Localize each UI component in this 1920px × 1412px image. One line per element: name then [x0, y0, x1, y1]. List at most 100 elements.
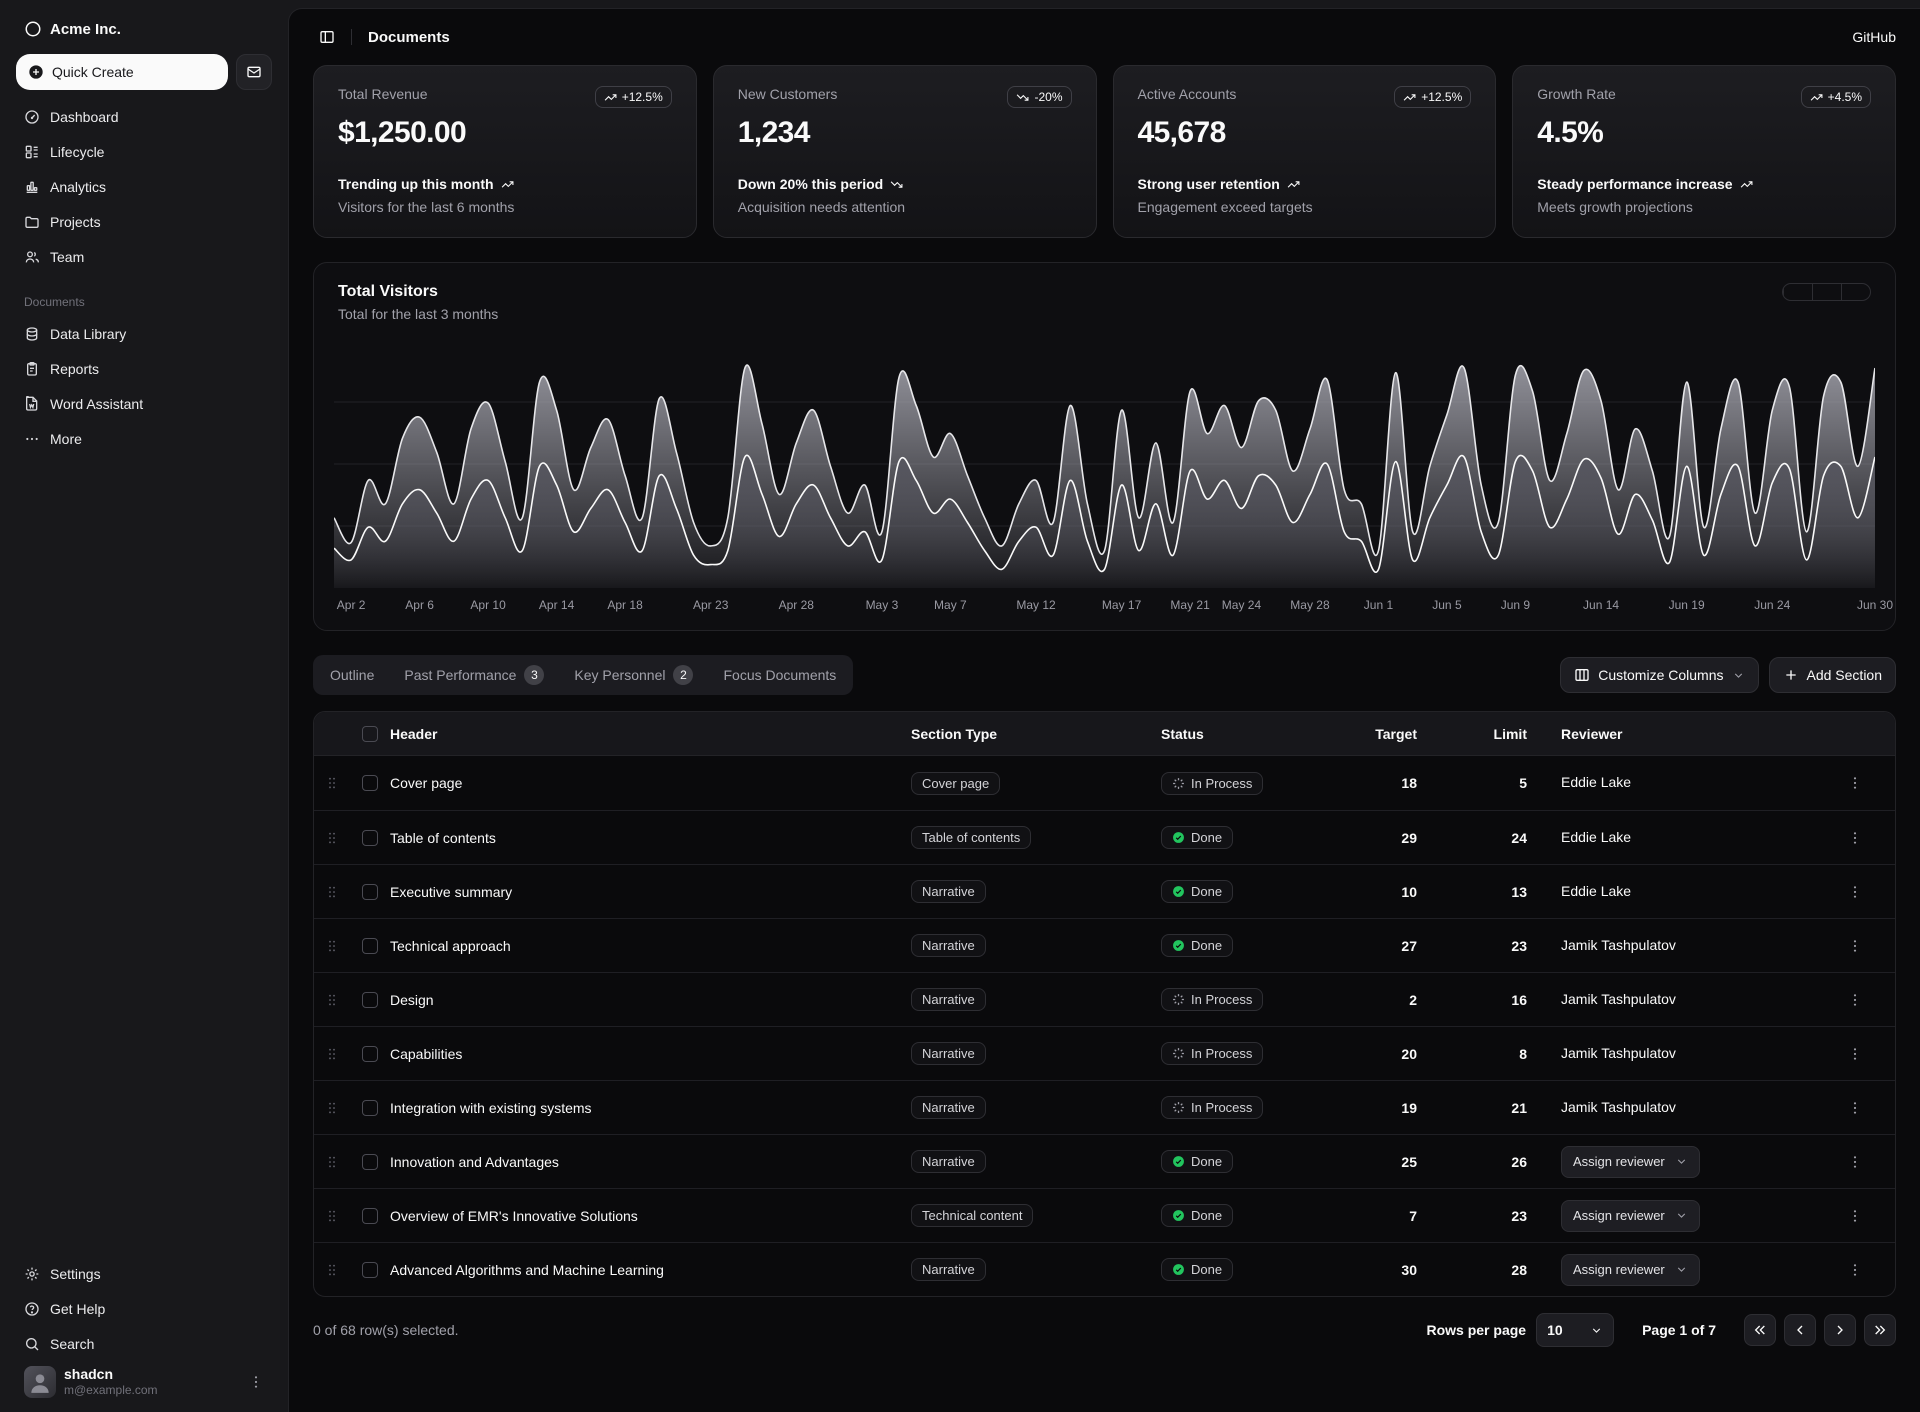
column-header[interactable]: Header — [390, 726, 911, 742]
assign-reviewer-select[interactable]: Assign reviewer — [1561, 1254, 1700, 1286]
sidebar-doc-item[interactable]: Data Library — [16, 317, 272, 350]
drag-handle[interactable] — [314, 1262, 350, 1278]
row-header-cell[interactable]: Design — [390, 992, 911, 1008]
column-header[interactable]: Target — [1331, 726, 1451, 742]
limit-cell[interactable]: 8 — [1451, 1046, 1561, 1062]
limit-cell[interactable]: 28 — [1451, 1262, 1561, 1278]
drag-handle[interactable] — [314, 1100, 350, 1116]
drag-handle[interactable] — [314, 830, 350, 846]
range-toggle-button[interactable] — [1783, 284, 1812, 300]
row-checkbox[interactable] — [362, 1262, 378, 1278]
row-actions-button[interactable] — [1841, 932, 1869, 960]
limit-cell[interactable]: 23 — [1451, 1208, 1561, 1224]
row-header-cell[interactable]: Innovation and Advantages — [390, 1154, 911, 1170]
drag-handle[interactable] — [314, 775, 350, 791]
sidebar-nav-item[interactable]: Lifecycle — [16, 135, 272, 168]
row-actions-button[interactable] — [1841, 1256, 1869, 1284]
limit-cell[interactable]: 21 — [1451, 1100, 1561, 1116]
sidebar-toggle-button[interactable] — [313, 23, 341, 51]
drag-handle[interactable] — [314, 884, 350, 900]
range-toggle-button[interactable] — [1841, 284, 1870, 300]
row-header-cell[interactable]: Technical approach — [390, 938, 911, 954]
row-actions-button[interactable] — [1841, 986, 1869, 1014]
pagination-button[interactable] — [1744, 1314, 1776, 1346]
target-cell[interactable]: 20 — [1331, 1046, 1451, 1062]
limit-cell[interactable]: 26 — [1451, 1154, 1561, 1170]
more-vertical-icon[interactable] — [248, 1374, 264, 1390]
limit-cell[interactable]: 13 — [1451, 884, 1561, 900]
sidebar-footer-item[interactable]: Settings — [16, 1257, 272, 1290]
row-header-cell[interactable]: Advanced Algorithms and Machine Learning — [390, 1262, 911, 1278]
sidebar-nav-item[interactable]: Projects — [16, 205, 272, 238]
limit-cell[interactable]: 24 — [1451, 830, 1561, 846]
assign-reviewer-select[interactable]: Assign reviewer — [1561, 1146, 1700, 1178]
sidebar-doc-item[interactable]: Reports — [16, 352, 272, 385]
drag-handle[interactable] — [314, 1208, 350, 1224]
assign-reviewer-select[interactable]: Assign reviewer — [1561, 1200, 1700, 1232]
row-checkbox[interactable] — [362, 938, 378, 954]
row-actions-button[interactable] — [1841, 1202, 1869, 1230]
row-header-cell[interactable]: Overview of EMR's Innovative Solutions — [390, 1208, 911, 1224]
github-link[interactable]: GitHub — [1852, 29, 1896, 45]
row-actions-button[interactable] — [1841, 824, 1869, 852]
column-header[interactable]: Limit — [1451, 726, 1561, 742]
row-header-cell[interactable]: Table of contents — [390, 830, 911, 846]
pagination-button[interactable] — [1784, 1314, 1816, 1346]
sidebar-nav-item[interactable]: Analytics — [16, 170, 272, 203]
row-checkbox[interactable] — [362, 992, 378, 1008]
target-cell[interactable]: 2 — [1331, 992, 1451, 1008]
row-checkbox[interactable] — [362, 1046, 378, 1062]
row-header-cell[interactable]: Capabilities — [390, 1046, 911, 1062]
drag-handle[interactable] — [314, 1154, 350, 1170]
row-actions-button[interactable] — [1841, 878, 1869, 906]
row-actions-button[interactable] — [1841, 1148, 1869, 1176]
view-tab[interactable]: Focus Documents — [709, 658, 850, 692]
row-checkbox[interactable] — [362, 1100, 378, 1116]
sidebar-footer-item[interactable]: Get Help — [16, 1292, 272, 1325]
select-all-checkbox[interactable] — [362, 726, 378, 742]
drag-handle[interactable] — [314, 938, 350, 954]
row-checkbox[interactable] — [362, 1154, 378, 1170]
row-checkbox[interactable] — [362, 1208, 378, 1224]
sidebar-footer-item[interactable]: Search — [16, 1327, 272, 1360]
row-header-cell[interactable]: Cover page — [390, 775, 911, 791]
limit-cell[interactable]: 16 — [1451, 992, 1561, 1008]
target-cell[interactable]: 25 — [1331, 1154, 1451, 1170]
view-tab[interactable]: Outline — [316, 658, 388, 692]
customize-columns-button[interactable]: Customize Columns — [1560, 657, 1758, 693]
row-actions-button[interactable] — [1841, 1094, 1869, 1122]
column-header[interactable]: Status — [1161, 726, 1331, 742]
target-cell[interactable]: 30 — [1331, 1262, 1451, 1278]
pagination-button[interactable] — [1824, 1314, 1856, 1346]
row-checkbox[interactable] — [362, 884, 378, 900]
target-cell[interactable]: 7 — [1331, 1208, 1451, 1224]
row-header-cell[interactable]: Integration with existing systems — [390, 1100, 911, 1116]
range-toggle-button[interactable] — [1812, 284, 1841, 300]
target-cell[interactable]: 19 — [1331, 1100, 1451, 1116]
column-header[interactable]: Reviewer — [1561, 726, 1841, 742]
row-actions-button[interactable] — [1841, 1040, 1869, 1068]
quick-create-button[interactable]: Quick Create — [16, 54, 228, 90]
target-cell[interactable]: 29 — [1331, 830, 1451, 846]
drag-handle[interactable] — [314, 1046, 350, 1062]
sidebar-doc-item[interactable]: Word Assistant — [16, 387, 272, 420]
rows-per-page-select[interactable]: 10 — [1536, 1313, 1614, 1347]
row-checkbox[interactable] — [362, 775, 378, 791]
brand[interactable]: Acme Inc. — [16, 10, 272, 48]
sidebar-nav-item[interactable]: Team — [16, 240, 272, 273]
view-tab[interactable]: Past Performance 3 — [390, 658, 558, 692]
pagination-button[interactable] — [1864, 1314, 1896, 1346]
row-header-cell[interactable]: Executive summary — [390, 884, 911, 900]
view-tab[interactable]: Key Personnel 2 — [560, 658, 707, 692]
column-header[interactable]: Section Type — [911, 726, 1161, 742]
inbox-button[interactable] — [236, 54, 272, 90]
sidebar-doc-item[interactable]: More — [16, 422, 272, 455]
row-actions-button[interactable] — [1841, 769, 1869, 797]
target-cell[interactable]: 10 — [1331, 884, 1451, 900]
drag-handle[interactable] — [314, 992, 350, 1008]
row-checkbox[interactable] — [362, 830, 378, 846]
limit-cell[interactable]: 5 — [1451, 775, 1561, 791]
target-cell[interactable]: 27 — [1331, 938, 1451, 954]
limit-cell[interactable]: 23 — [1451, 938, 1561, 954]
target-cell[interactable]: 18 — [1331, 775, 1451, 791]
